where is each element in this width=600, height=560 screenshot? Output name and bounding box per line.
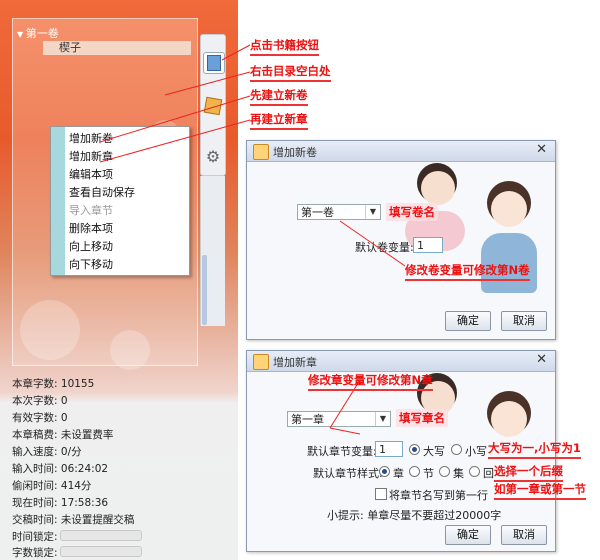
annotation-line xyxy=(329,427,361,435)
annotation-line xyxy=(164,71,251,96)
annotation-suffix-example: 如第一章或第一节 xyxy=(494,481,586,500)
annotation-line xyxy=(99,95,251,143)
annotation-click-book: 点击书籍按钮 xyxy=(250,37,319,56)
annotation-fill-volume: 填写卷名 xyxy=(386,203,438,221)
annotation-chapter-var: 修改章变量可修改第N章 xyxy=(308,372,433,391)
annotation-new-chapter: 再建立新章 xyxy=(250,111,308,130)
annotation-fill-chapter: 填写章名 xyxy=(396,409,448,427)
annotation-right-click: 右击目录空白处 xyxy=(250,63,331,82)
annotation-line xyxy=(339,220,406,267)
annotation-volume-var: 修改卷变量可修改第N卷 xyxy=(405,262,530,281)
annotation-new-volume: 先建立新卷 xyxy=(250,87,308,106)
annotation-case: 大写为一,小写为1 xyxy=(488,440,581,459)
annotation-line xyxy=(221,44,251,61)
annotation-line xyxy=(99,119,251,163)
annotation-suffix: 选择一个后缀 xyxy=(494,463,563,482)
